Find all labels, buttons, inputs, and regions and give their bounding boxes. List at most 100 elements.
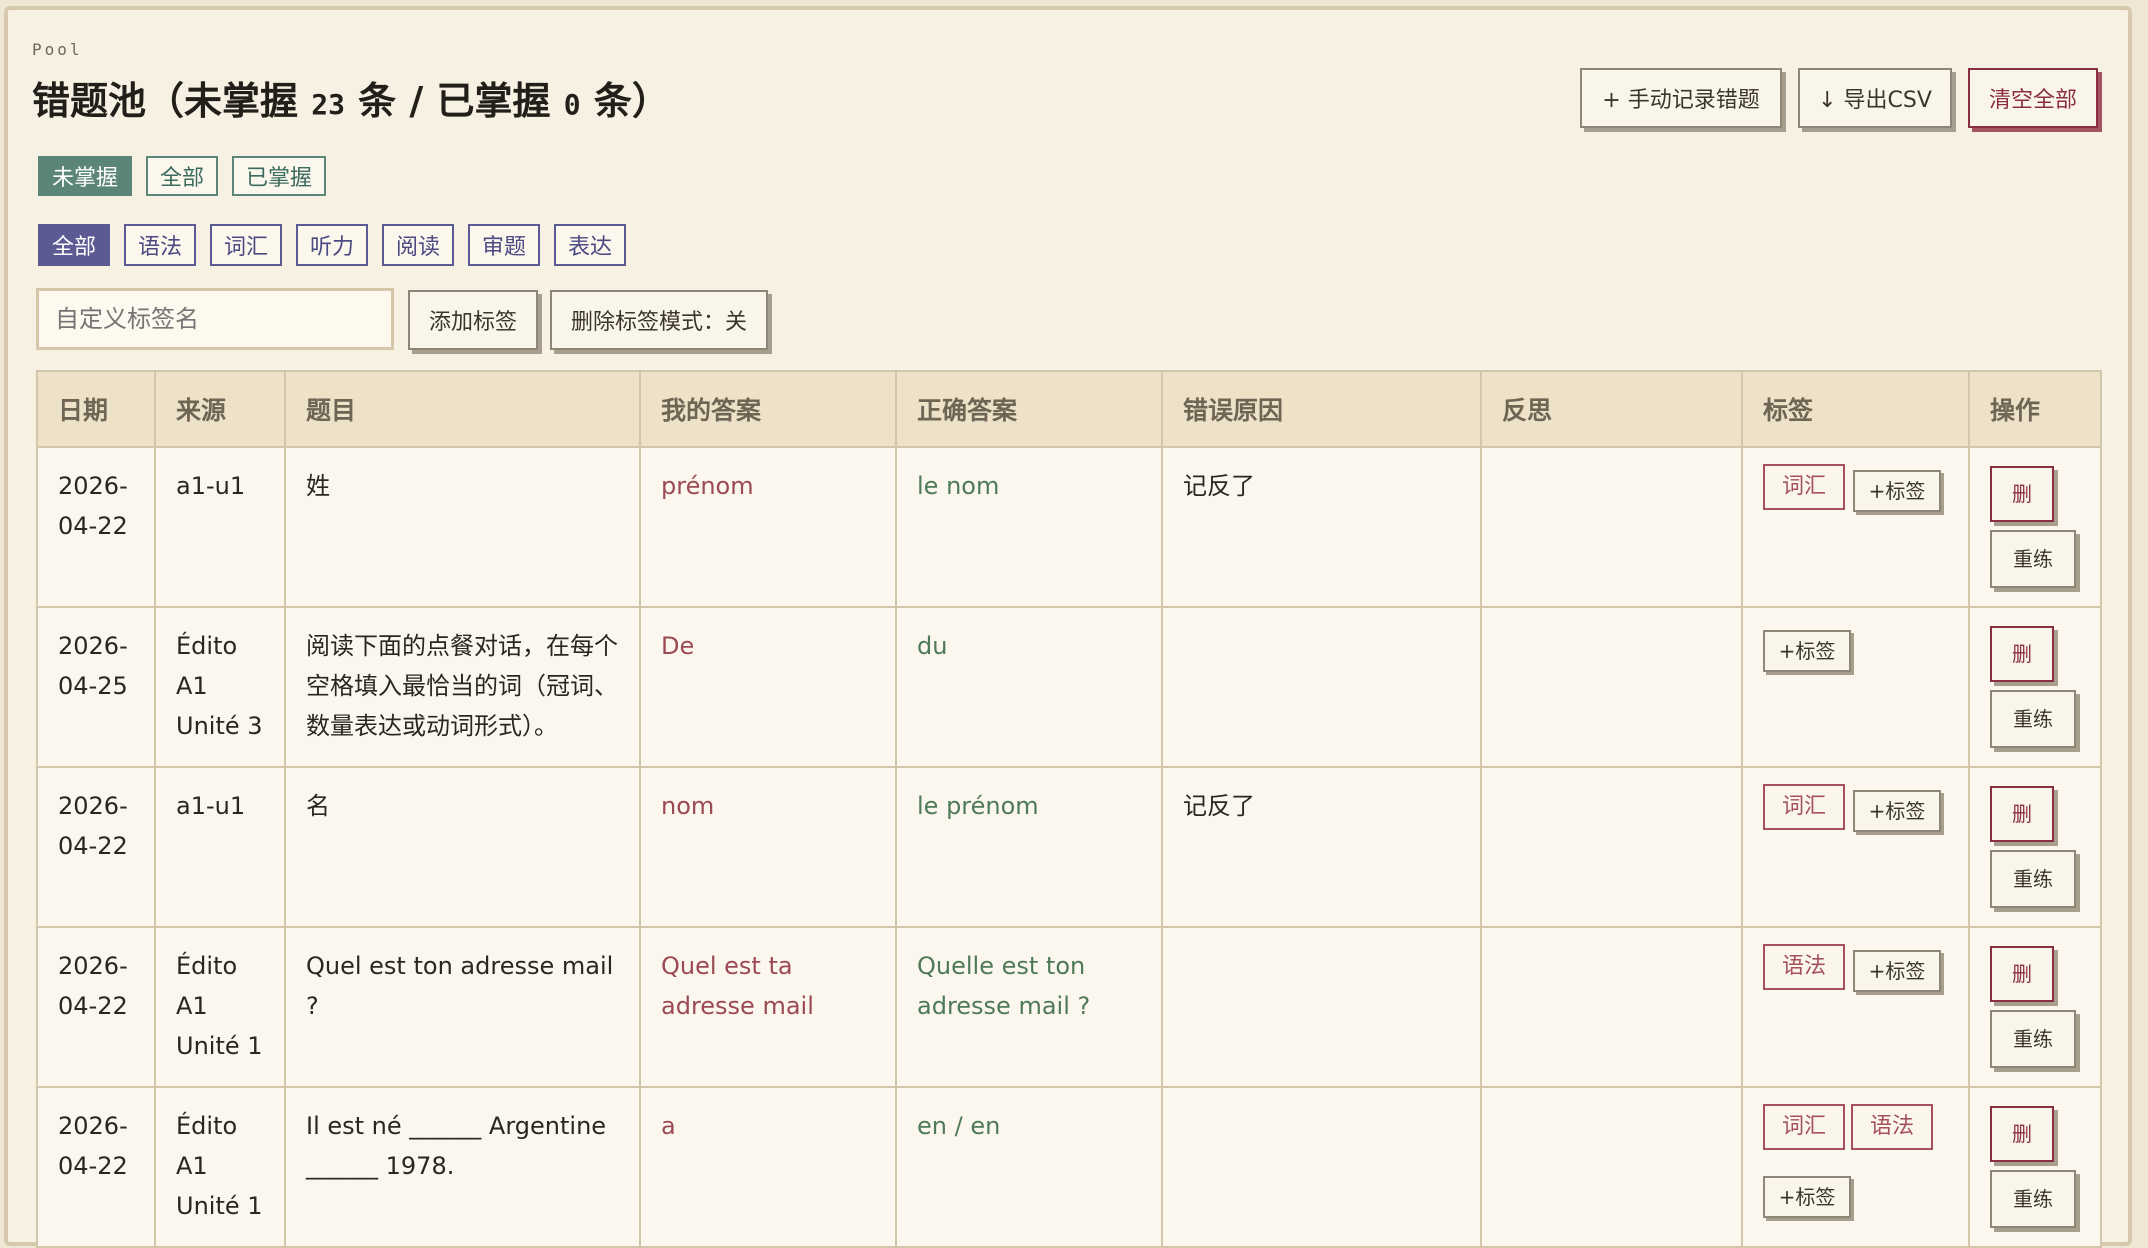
add-tag-row-button[interactable]: +标签 bbox=[1853, 470, 1941, 512]
cell-source: Édito A1 Unité 1 bbox=[154, 1086, 286, 1248]
category-filter-listening[interactable]: 听力 bbox=[296, 224, 368, 266]
cell-question: Quel est ton adresse mail ? bbox=[284, 926, 641, 1088]
cell-actions: 删 重练 bbox=[1968, 606, 2102, 768]
table-row: 2026-04-22 a1-u1 名 nom le prénom 记反了 词汇 … bbox=[36, 766, 2102, 928]
table-row: 2026-04-22 Édito A1 Unité 1 Il est né __… bbox=[36, 1086, 2102, 1248]
redo-button[interactable]: 重练 bbox=[1990, 1170, 2076, 1228]
delete-row-button[interactable]: 删 bbox=[1990, 466, 2054, 522]
cell-source: Édito A1 Unité 3 bbox=[154, 606, 286, 768]
title-mid: 条 / 已掌握 bbox=[344, 79, 564, 123]
column-header-source: 来源 bbox=[154, 370, 286, 448]
cell-reflection[interactable] bbox=[1480, 446, 1743, 608]
cell-my-answer: Quel est ta adresse mail bbox=[639, 926, 897, 1088]
cell-question: 名 bbox=[284, 766, 641, 928]
tag-badge[interactable]: 词汇 bbox=[1763, 1104, 1845, 1150]
category-filter-expression[interactable]: 表达 bbox=[554, 224, 626, 266]
cell-actions: 删 重练 bbox=[1968, 766, 2102, 928]
cell-date: 2026-04-22 bbox=[36, 766, 156, 928]
cell-tags: 词汇 +标签 bbox=[1741, 766, 1970, 928]
cell-reason bbox=[1161, 926, 1482, 1088]
cell-source: a1-u1 bbox=[154, 446, 286, 608]
title-suffix: 条） bbox=[580, 79, 670, 123]
cell-tags: 词汇 +标签 bbox=[1741, 446, 1970, 608]
status-filter-mastered[interactable]: 已掌握 bbox=[232, 156, 326, 196]
delete-row-button[interactable]: 删 bbox=[1990, 946, 2054, 1002]
table-row: 2026-04-22 a1-u1 姓 prénom le nom 记反了 词汇 … bbox=[36, 446, 2102, 608]
category-filter-question-reading[interactable]: 审题 bbox=[468, 224, 540, 266]
tag-badge[interactable]: 语法 bbox=[1763, 944, 1845, 990]
manual-record-button[interactable]: + 手动记录错题 bbox=[1580, 68, 1782, 128]
cell-correct-answer: le nom bbox=[895, 446, 1163, 608]
redo-button[interactable]: 重练 bbox=[1990, 530, 2076, 588]
delete-tag-mode-toggle[interactable]: 删除标签模式：关 bbox=[550, 290, 768, 350]
column-header-tags: 标签 bbox=[1741, 370, 1970, 448]
table-header-row: 日期 来源 题目 我的答案 正确答案 错误原因 反思 标签 操作 bbox=[36, 370, 2102, 448]
column-header-reason: 错误原因 bbox=[1161, 370, 1482, 448]
clear-all-button[interactable]: 清空全部 bbox=[1968, 68, 2098, 128]
table-row: 2026-04-25 Édito A1 Unité 3 阅读下面的点餐对话，在每… bbox=[36, 606, 2102, 768]
status-filter-all[interactable]: 全部 bbox=[146, 156, 218, 196]
title-prefix: 错题池（未掌握 bbox=[32, 79, 312, 123]
cell-reason bbox=[1161, 1086, 1482, 1248]
cell-my-answer: a bbox=[639, 1086, 897, 1248]
cell-reason: 记反了 bbox=[1161, 766, 1482, 928]
status-filter-unmastered[interactable]: 未掌握 bbox=[38, 156, 132, 196]
cell-source: Édito A1 Unité 1 bbox=[154, 926, 286, 1088]
cell-question: 阅读下面的点餐对话，在每个空格填入最恰当的词（冠词、数量表达或动词形式）。 bbox=[284, 606, 641, 768]
tag-badge[interactable]: 词汇 bbox=[1763, 464, 1845, 510]
delete-row-button[interactable]: 删 bbox=[1990, 626, 2054, 682]
cell-tags: 词汇 语法 +标签 bbox=[1741, 1086, 1970, 1248]
add-tag-row-button[interactable]: +标签 bbox=[1763, 1176, 1851, 1218]
section-eyebrow: Pool bbox=[32, 40, 83, 59]
cell-reason: 记反了 bbox=[1161, 446, 1482, 608]
delete-row-button[interactable]: 删 bbox=[1990, 1106, 2054, 1162]
category-filter-all[interactable]: 全部 bbox=[38, 224, 110, 266]
cell-correct-answer: Quelle est ton adresse mail ? bbox=[895, 926, 1163, 1088]
cell-date: 2026-04-25 bbox=[36, 606, 156, 768]
export-csv-button[interactable]: ↓ 导出CSV bbox=[1798, 68, 1952, 128]
delete-row-button[interactable]: 删 bbox=[1990, 786, 2054, 842]
redo-button[interactable]: 重练 bbox=[1990, 690, 2076, 748]
cell-date: 2026-04-22 bbox=[36, 446, 156, 608]
add-tag-row-button[interactable]: +标签 bbox=[1853, 790, 1941, 832]
table-row: 2026-04-22 Édito A1 Unité 1 Quel est ton… bbox=[36, 926, 2102, 1088]
tag-badge[interactable]: 词汇 bbox=[1763, 784, 1845, 830]
tag-badge[interactable]: 语法 bbox=[1851, 1104, 1933, 1150]
cell-tags: 语法 +标签 bbox=[1741, 926, 1970, 1088]
column-header-correct-answer: 正确答案 bbox=[895, 370, 1163, 448]
cell-correct-answer: le prénom bbox=[895, 766, 1163, 928]
cell-my-answer: nom bbox=[639, 766, 897, 928]
cell-reason bbox=[1161, 606, 1482, 768]
cell-actions: 删 重练 bbox=[1968, 926, 2102, 1088]
category-filter-reading[interactable]: 阅读 bbox=[382, 224, 454, 266]
add-tag-row-button[interactable]: +标签 bbox=[1853, 950, 1941, 992]
cell-reflection[interactable] bbox=[1480, 766, 1743, 928]
unmastered-count: 23 bbox=[311, 88, 345, 121]
cell-reflection[interactable] bbox=[1480, 926, 1743, 1088]
cell-question: Il est né ______ Argentine ______ 1978. bbox=[284, 1086, 641, 1248]
redo-button[interactable]: 重练 bbox=[1990, 850, 2076, 908]
redo-button[interactable]: 重练 bbox=[1990, 1010, 2076, 1068]
cell-my-answer: De bbox=[639, 606, 897, 768]
column-header-date: 日期 bbox=[36, 370, 156, 448]
cell-correct-answer: du bbox=[895, 606, 1163, 768]
cell-date: 2026-04-22 bbox=[36, 1086, 156, 1248]
cell-question: 姓 bbox=[284, 446, 641, 608]
mistake-table: 日期 来源 题目 我的答案 正确答案 错误原因 反思 标签 操作 2026-04… bbox=[36, 370, 2102, 1248]
custom-tag-input[interactable] bbox=[36, 288, 394, 350]
cell-source: a1-u1 bbox=[154, 766, 286, 928]
column-header-question: 题目 bbox=[284, 370, 641, 448]
category-filter-grammar[interactable]: 语法 bbox=[124, 224, 196, 266]
cell-actions: 删 重练 bbox=[1968, 1086, 2102, 1248]
mastered-count: 0 bbox=[563, 88, 581, 121]
column-header-my-answer: 我的答案 bbox=[639, 370, 897, 448]
cell-reflection[interactable] bbox=[1480, 606, 1743, 768]
cell-correct-answer: en / en bbox=[895, 1086, 1163, 1248]
category-filter-vocabulary[interactable]: 词汇 bbox=[210, 224, 282, 266]
cell-reflection[interactable] bbox=[1480, 1086, 1743, 1248]
column-header-actions: 操作 bbox=[1968, 370, 2102, 448]
page-title: 错题池（未掌握 23 条 / 已掌握 0 条） bbox=[32, 70, 670, 125]
add-tag-button[interactable]: 添加标签 bbox=[408, 290, 538, 350]
column-header-reflection: 反思 bbox=[1480, 370, 1743, 448]
add-tag-row-button[interactable]: +标签 bbox=[1763, 630, 1851, 672]
